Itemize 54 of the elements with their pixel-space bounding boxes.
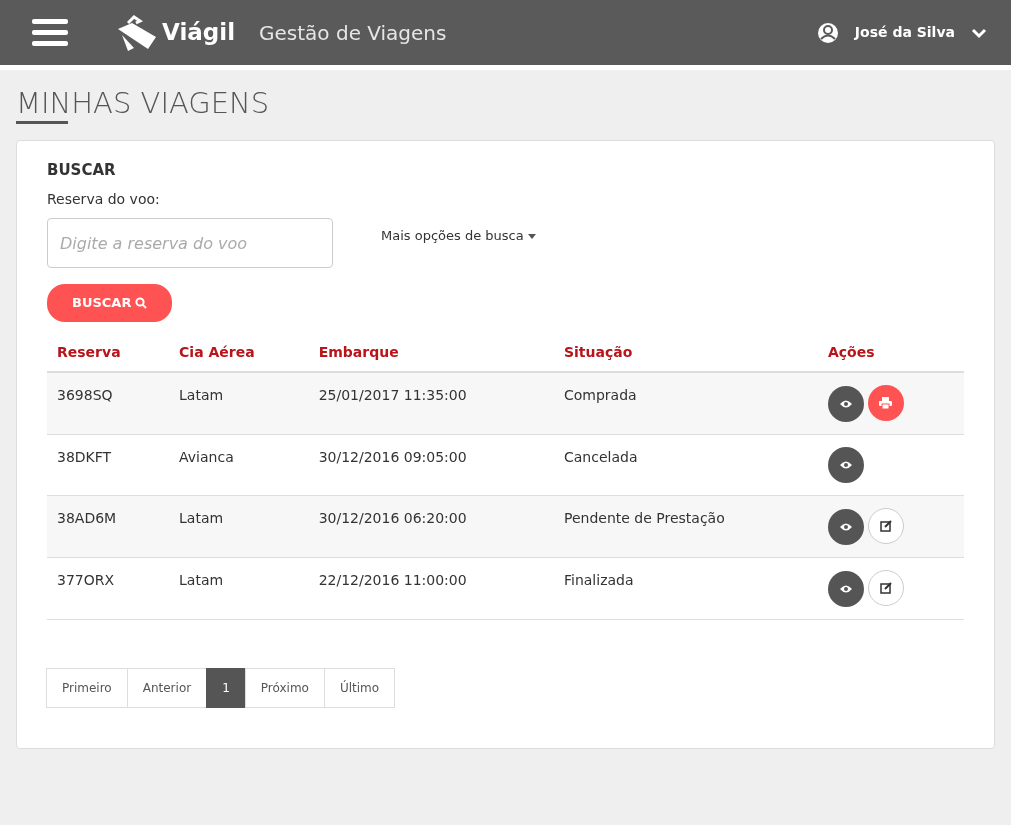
page-link[interactable]: Anterior	[126, 667, 208, 708]
page-title: MINHAS VIAGENS	[16, 86, 271, 121]
table-cell: Pendente de Prestação	[554, 495, 818, 558]
edit-button[interactable]	[867, 507, 904, 544]
edit-button[interactable]	[867, 569, 904, 606]
view-button[interactable]	[827, 570, 864, 607]
edit-icon	[879, 519, 892, 532]
menu-icon[interactable]	[32, 18, 68, 47]
reservation-input-field[interactable]: Digite a reserva do voo	[47, 218, 333, 269]
column-header: Situação	[554, 329, 818, 372]
more-options-link[interactable]: Mais opções de busca	[381, 226, 524, 246]
table-cell: Avianca	[169, 434, 309, 496]
edit-icon	[879, 581, 892, 594]
table-cell: 38DKFT	[47, 434, 170, 496]
page-link[interactable]: Primeiro	[46, 667, 128, 708]
page-link[interactable]: 1	[206, 667, 246, 708]
section-title: BUSCAR	[47, 159, 117, 181]
view-button[interactable]	[827, 385, 864, 422]
page-link[interactable]: Último	[323, 667, 396, 708]
table-cell: Finalizada	[554, 557, 818, 620]
table-cell: 22/12/2016 11:00:00	[308, 557, 554, 620]
caret-icon	[527, 233, 536, 239]
suitcase-logo-icon	[116, 14, 158, 51]
app-subtitle: Gestão de Viagens	[259, 19, 447, 47]
eye-icon	[838, 459, 853, 470]
table-cell: Latam	[169, 371, 309, 435]
user-icon	[816, 21, 839, 44]
field-label: Reserva do voo:	[47, 190, 161, 210]
chevron-down-icon[interactable]	[971, 26, 987, 39]
table-cell: 377ORX	[47, 557, 170, 620]
column-header: Embarque	[308, 329, 554, 372]
brand-name: Viágil	[162, 18, 236, 48]
search-icon	[135, 297, 148, 310]
table-cell: 38AD6M	[47, 495, 170, 558]
view-button[interactable]	[827, 446, 864, 483]
eye-icon	[838, 398, 853, 409]
column-header: Reserva	[47, 329, 170, 372]
column-header: Cia Aérea	[169, 329, 309, 372]
column-header: Ações	[817, 329, 964, 372]
table-cell: 30/12/2016 06:20:00	[308, 495, 554, 558]
table-cell: Cancelada	[554, 434, 818, 496]
table-cell: 3698SQ	[47, 371, 170, 435]
view-button[interactable]	[827, 508, 864, 545]
page-link[interactable]: Próximo	[244, 667, 325, 708]
print-button[interactable]	[867, 384, 904, 421]
table-cell: Comprada	[554, 371, 818, 435]
eye-icon	[838, 583, 853, 594]
table-cell: Latam	[169, 557, 309, 620]
table-cell: 25/01/2017 11:35:00	[308, 371, 554, 435]
user-name[interactable]: José da Silva	[854, 22, 955, 43]
eye-icon	[838, 521, 853, 532]
printer-icon	[879, 396, 893, 409]
table-cell: Latam	[169, 495, 309, 558]
table-cell: 30/12/2016 09:05:00	[308, 434, 554, 496]
